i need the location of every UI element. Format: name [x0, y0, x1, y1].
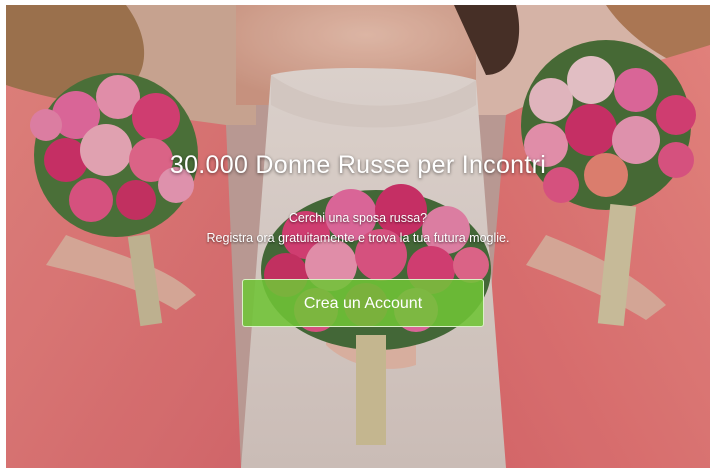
hero-headline: 30.000 Donne Russe per Incontri — [169, 151, 547, 179]
create-account-button[interactable]: Crea un Account — [242, 279, 484, 327]
hero-subtitle-description: Registra ora gratuitamente e trova la tu… — [206, 231, 510, 245]
hero-subtitle-question: Cerchi una sposa russa? — [288, 211, 428, 225]
hero-banner: 30.000 Donne Russe per Incontri Cerchi u… — [6, 5, 710, 468]
